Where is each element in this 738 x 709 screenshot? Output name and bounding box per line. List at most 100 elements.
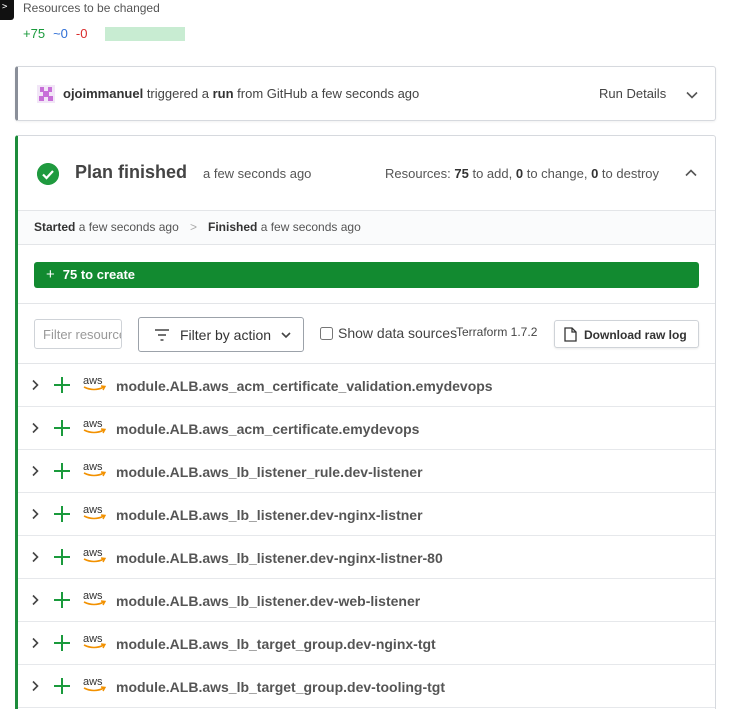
timeline-started: Started a few seconds ago — [34, 220, 179, 234]
resource-name: module.ALB.aws_lb_target_group.dev-tooli… — [116, 679, 446, 695]
finished-time: a few seconds ago — [260, 220, 361, 234]
plan-resources-summary: Resources: 75 to add, 0 to change, 0 to … — [385, 166, 659, 181]
resource-name: module.ALB.aws_lb_listener.dev-nginx-lis… — [116, 550, 443, 566]
run-details-button[interactable]: Run Details — [599, 86, 666, 101]
download-raw-log-label: Download raw log — [584, 328, 687, 342]
started-label: Started — [34, 220, 76, 234]
chevron-right-icon[interactable] — [30, 680, 40, 692]
resource-name: module.ALB.aws_acm_certificate_validatio… — [116, 378, 493, 394]
resource-name: module.ALB.aws_lb_target_group.dev-nginx… — [116, 636, 436, 652]
check-circle-icon — [37, 163, 59, 185]
aws-logo-icon: aws — [83, 590, 107, 606]
chevron-right-icon[interactable] — [30, 508, 40, 520]
summary-add-text: to add, — [472, 166, 513, 181]
to-create-bar[interactable]: +75 to create — [34, 262, 699, 288]
chevron-right-icon[interactable] — [30, 422, 40, 434]
resource-row[interactable]: aws module.ALB.aws_acm_certificate.emyde… — [18, 407, 715, 450]
timeline-finished: Finished a few seconds ago — [208, 220, 361, 234]
chevron-right-icon[interactable] — [30, 379, 40, 391]
aws-logo-icon: aws — [83, 633, 107, 649]
filter-icon — [155, 329, 169, 341]
plus-icon — [54, 420, 70, 436]
started-time: a few seconds ago — [78, 220, 179, 234]
chevron-down-icon[interactable] — [685, 88, 699, 102]
aws-logo-icon: aws — [83, 504, 107, 520]
aws-logo-icon: aws — [83, 418, 107, 434]
aws-logo-icon: aws — [83, 676, 107, 692]
chevron-down-icon — [281, 332, 291, 339]
resource-row[interactable]: aws module.ALB.aws_lb_listener_rule.dev-… — [18, 450, 715, 493]
svg-text:aws: aws — [83, 590, 103, 602]
plan-title: Plan finished — [75, 162, 188, 182]
summary-destroy-text: to destroy — [601, 166, 660, 181]
plus-icon — [54, 377, 70, 393]
plan-header: Plan finished a few seconds ago Resource… — [18, 136, 715, 211]
create-bar-section: +75 to create — [18, 245, 715, 304]
svg-text:aws: aws — [83, 676, 103, 688]
resource-row[interactable]: aws module.ALB.aws_lb_target_group.dev-t… — [18, 665, 715, 708]
run-link[interactable]: run — [213, 86, 234, 101]
plan-time: a few seconds ago — [203, 166, 312, 181]
svg-text:aws: aws — [83, 418, 103, 430]
show-data-sources-toggle[interactable]: Show data sources — [320, 325, 457, 341]
trigger-source: from GitHub a few seconds ago — [237, 86, 420, 101]
resource-row[interactable]: aws module.ALB.aws_lb_target_group.dev-n… — [18, 622, 715, 665]
plan-card: Plan finished a few seconds ago Resource… — [15, 135, 716, 709]
resource-row[interactable]: aws module.ALB.aws_lb_listener.dev-web-l… — [18, 579, 715, 622]
download-raw-log-button[interactable]: Download raw log — [554, 320, 699, 348]
aws-logo-icon: aws — [83, 461, 107, 477]
timeline-separator: > — [190, 220, 198, 234]
plus-icon: + — [46, 266, 55, 283]
user-avatar — [37, 85, 55, 103]
resource-name: module.ALB.aws_lb_listener_rule.dev-list… — [116, 464, 423, 480]
file-icon — [564, 327, 577, 342]
plus-icon — [54, 635, 70, 651]
resource-row[interactable]: aws module.ALB.aws_lb_listener.dev-nginx… — [18, 536, 715, 579]
resource-name: module.ALB.aws_acm_certificate.emydevops — [116, 421, 420, 437]
destroy-count: -0 — [75, 26, 88, 41]
filter-by-action-button[interactable]: Filter by action — [138, 317, 304, 352]
aws-logo-icon: aws — [83, 547, 107, 563]
chevron-up-icon[interactable] — [684, 166, 698, 180]
chevron-right-icon[interactable] — [30, 637, 40, 649]
to-create-label: 75 to create — [62, 267, 136, 282]
filter-by-action-label: Filter by action — [180, 327, 272, 343]
resource-row[interactable]: aws module.ALB.aws_lb_listener.dev-nginx… — [18, 493, 715, 536]
show-data-sources-checkbox[interactable] — [320, 326, 333, 340]
plus-icon — [54, 678, 70, 694]
resources-summary-title: Resources to be changed — [23, 1, 160, 15]
resource-list: aws module.ALB.aws_acm_certificate_valid… — [18, 364, 715, 708]
svg-text:aws: aws — [83, 547, 103, 559]
terraform-version: Terraform 1.7.2 — [456, 325, 538, 339]
plan-timeline: Started a few seconds ago > Finished a f… — [18, 211, 715, 245]
chevron-right-icon[interactable] — [30, 594, 40, 606]
resource-row[interactable]: aws module.ALB.aws_acm_certificate_valid… — [18, 364, 715, 407]
trigger-text: ojoimmanuel triggered a run from GitHub … — [63, 86, 419, 101]
svg-text:aws: aws — [83, 461, 103, 473]
resource-name: module.ALB.aws_lb_listener.dev-web-liste… — [116, 593, 421, 609]
svg-text:aws: aws — [83, 633, 103, 645]
resources-summary-counts: +75 ~0 -0 — [23, 26, 186, 41]
chevron-right-icon[interactable] — [30, 551, 40, 563]
filters-toolbar: Filter by action Show data sources Terra… — [18, 304, 715, 364]
changes-bar — [105, 26, 186, 41]
summary-prefix: Resources: — [385, 166, 451, 181]
terminal-icon: > — [0, 0, 14, 20]
plus-icon — [54, 592, 70, 608]
summary-change-count: 0 — [515, 166, 524, 181]
summary-change-text: to change, — [526, 166, 588, 181]
chevron-right-icon[interactable] — [30, 465, 40, 477]
trigger-user[interactable]: ojoimmanuel — [63, 86, 143, 101]
show-data-sources-label: Show data sources — [338, 325, 458, 341]
summary-destroy-count: 0 — [591, 166, 599, 181]
trigger-verb: triggered a — [146, 86, 209, 101]
svg-text:aws: aws — [83, 375, 103, 387]
change-count: ~0 — [53, 26, 68, 41]
filter-resources-input[interactable] — [34, 319, 122, 349]
add-count: +75 — [23, 26, 46, 41]
plus-icon — [54, 549, 70, 565]
run-trigger-card: ojoimmanuel triggered a run from GitHub … — [15, 66, 716, 121]
svg-text:aws: aws — [83, 504, 103, 516]
resource-name: module.ALB.aws_lb_listener.dev-nginx-lis… — [116, 507, 423, 523]
aws-logo-icon: aws — [83, 375, 107, 391]
